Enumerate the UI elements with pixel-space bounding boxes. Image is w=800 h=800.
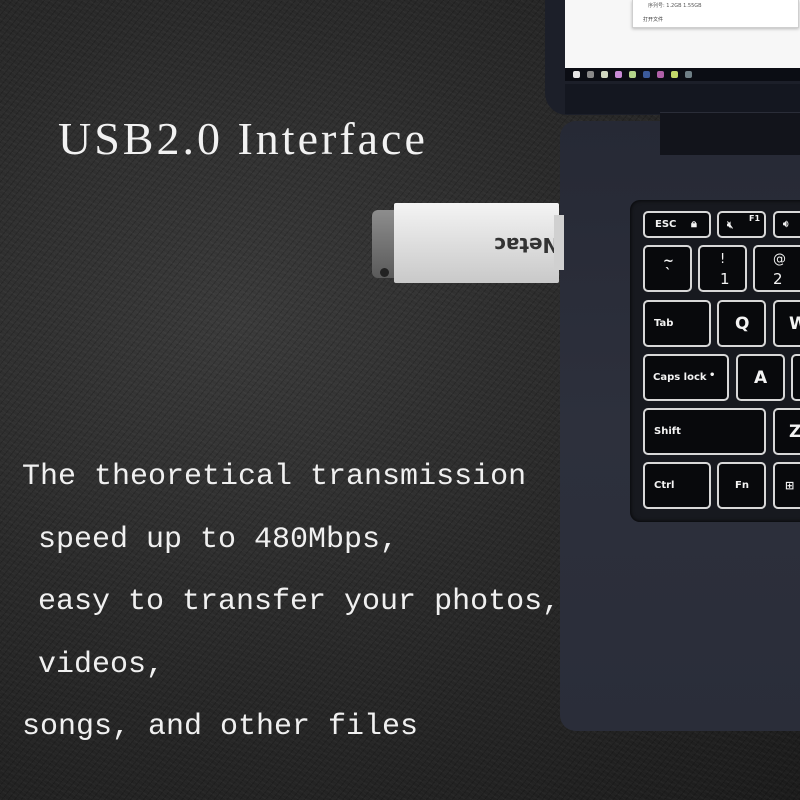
key-s[interactable] — [791, 354, 800, 401]
windows-icon: ⊞ — [785, 479, 795, 492]
description-line: songs, and other files — [22, 710, 419, 744]
key-fn[interactable]: Fn — [717, 462, 766, 509]
description-line: videos, — [38, 647, 165, 682]
brand-logo: Netac — [494, 233, 560, 257]
key-label: ESC — [655, 219, 677, 230]
key-1[interactable]: ! 1 — [698, 245, 747, 292]
key-label: Ctrl — [654, 480, 675, 491]
key-label: Z — [789, 422, 800, 442]
key-label: ` — [665, 267, 672, 282]
caps-indicator-icon: • — [709, 370, 716, 381]
mute-icon: 🔇︎ — [727, 220, 734, 231]
key-esc[interactable]: ESC 🔒︎ — [643, 211, 711, 238]
lock-icon: 🔒︎ — [691, 217, 697, 230]
key-2[interactable]: @ 2 — [753, 245, 800, 292]
wechat-icon[interactable] — [629, 71, 636, 78]
lanyard-hole — [380, 268, 389, 277]
key-label: Tab — [654, 318, 674, 329]
chrome-icon[interactable] — [615, 71, 622, 78]
headline: USB2.0 Interface — [58, 113, 428, 164]
key-label: F1 — [749, 214, 761, 223]
key-label: A — [754, 368, 768, 388]
key-label: Shift — [654, 426, 681, 437]
key-w[interactable]: W — [773, 300, 800, 347]
key-tilde[interactable]: ~ ` — [643, 245, 692, 292]
screen-dialog: 序列号: 1.2GB 1.55GB 打开文件 — [632, 0, 799, 28]
volume-icon: 🔉︎ — [783, 219, 790, 230]
key-q[interactable]: Q — [717, 300, 766, 347]
key-label: Caps lock — [653, 372, 707, 383]
usb-flash-drive: Netac — [372, 200, 564, 283]
key-z[interactable]: Z — [773, 408, 800, 455]
search-icon[interactable] — [587, 71, 594, 78]
key-ctrl[interactable]: Ctrl — [643, 462, 711, 509]
key-caps-lock[interactable]: Caps lock • — [643, 354, 729, 401]
description-line: easy to transfer your photos, — [38, 585, 561, 619]
key-label: @ — [773, 252, 786, 267]
key-label: Fn — [735, 480, 749, 491]
key-label: 1 — [720, 270, 730, 288]
description: The theoretical transmission speed up to… — [22, 446, 560, 759]
key-f1-mute[interactable]: 🔇︎ F1 — [717, 211, 766, 238]
key-label: ! — [720, 252, 726, 267]
key-shift[interactable]: Shift — [643, 408, 766, 455]
key-label: Q — [735, 314, 750, 334]
description-line: The theoretical transmission — [22, 460, 527, 494]
app-icon[interactable] — [657, 71, 664, 78]
folder-icon[interactable] — [601, 71, 608, 78]
key-tab[interactable]: Tab — [643, 300, 711, 347]
key-label: W — [789, 314, 800, 334]
description-line: speed up to 480Mbps, — [38, 522, 399, 557]
key-f2-volume[interactable]: 🔉︎ — [773, 211, 800, 238]
mail-icon[interactable] — [685, 71, 692, 78]
dialog-button[interactable]: 打开文件 — [643, 16, 663, 23]
key-windows[interactable]: ⊞ — [773, 462, 800, 509]
laptop-hinge — [565, 84, 800, 114]
key-label: 2 — [773, 270, 783, 288]
start-icon[interactable] — [573, 71, 580, 78]
ps-icon[interactable] — [643, 71, 650, 78]
dialog-text: 序列号: 1.2GB 1.55GB — [648, 3, 702, 9]
taskbar — [565, 68, 800, 81]
usb-connector — [554, 215, 564, 270]
usb-body: Netac — [394, 203, 559, 283]
ie-icon[interactable] — [671, 71, 678, 78]
hinge-slot — [660, 112, 800, 155]
key-a[interactable]: A — [736, 354, 785, 401]
